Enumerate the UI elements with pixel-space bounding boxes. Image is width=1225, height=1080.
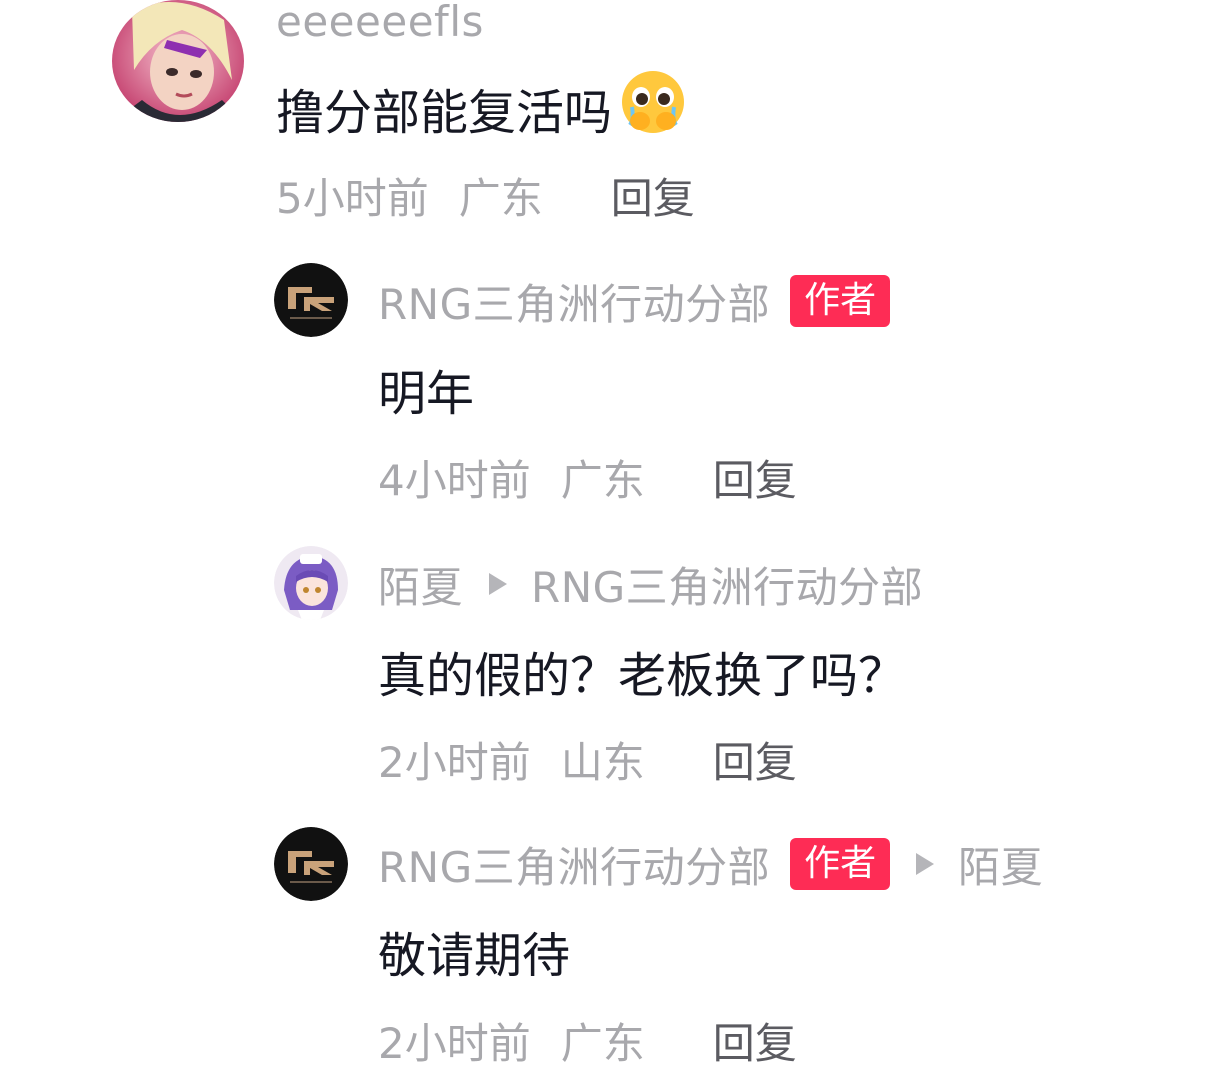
comment-header: RNG三角洲行动分部 作者	[378, 274, 891, 329]
avatar[interactable]	[274, 263, 348, 337]
reply-to-username[interactable]: RNG三角洲行动分部	[531, 554, 923, 615]
location: 广东	[458, 173, 543, 223]
reply-to-arrow-icon	[916, 853, 935, 875]
username[interactable]: 陌夏	[378, 554, 463, 615]
reply-button[interactable]: 回复	[611, 165, 695, 226]
location: 广东	[560, 455, 645, 505]
avatar[interactable]	[274, 827, 348, 901]
reply-button[interactable]: 回复	[713, 447, 797, 508]
comment-meta: 2小时前 山东 回复	[378, 732, 797, 787]
reply-to-arrow-icon	[489, 573, 508, 595]
username[interactable]: eeeeeefls	[276, 0, 484, 46]
comment-meta: 2小时前 广东 回复	[378, 1013, 797, 1068]
reply-button[interactable]: 回复	[713, 729, 797, 790]
pleading-face-emoji	[618, 69, 688, 147]
reply-to-username[interactable]: 陌夏	[958, 834, 1043, 895]
comment-meta: 4小时前 广东 回复	[378, 450, 797, 505]
timestamp: 5小时前	[276, 173, 429, 223]
comment-text: 明年	[378, 366, 475, 422]
username[interactable]: RNG三角洲行动分部	[378, 271, 770, 332]
avatar[interactable]	[274, 546, 348, 620]
timestamp: 2小时前	[378, 737, 531, 787]
comment-text: 撸分部能复活吗	[276, 71, 688, 141]
reply-button[interactable]: 回复	[713, 1010, 797, 1071]
comment-text: 敬请期待	[378, 928, 571, 984]
comment-text: 真的假的？老板换了吗？	[378, 648, 907, 704]
avatar[interactable]	[112, 0, 244, 122]
author-badge: 作者	[790, 275, 891, 327]
comment-header: eeeeeefls	[276, 0, 484, 46]
author-badge: 作者	[790, 838, 891, 890]
timestamp: 4小时前	[378, 455, 531, 505]
timestamp: 2小时前	[378, 1018, 531, 1068]
comment-header: 陌夏 RNG三角洲行动分部	[378, 557, 923, 612]
username[interactable]: RNG三角洲行动分部	[378, 834, 770, 895]
comment-meta: 5小时前 广东 回复	[276, 168, 695, 223]
location: 广东	[560, 1018, 645, 1068]
comment-header: RNG三角洲行动分部 作者 陌夏	[378, 837, 1043, 892]
location: 山东	[560, 737, 645, 787]
